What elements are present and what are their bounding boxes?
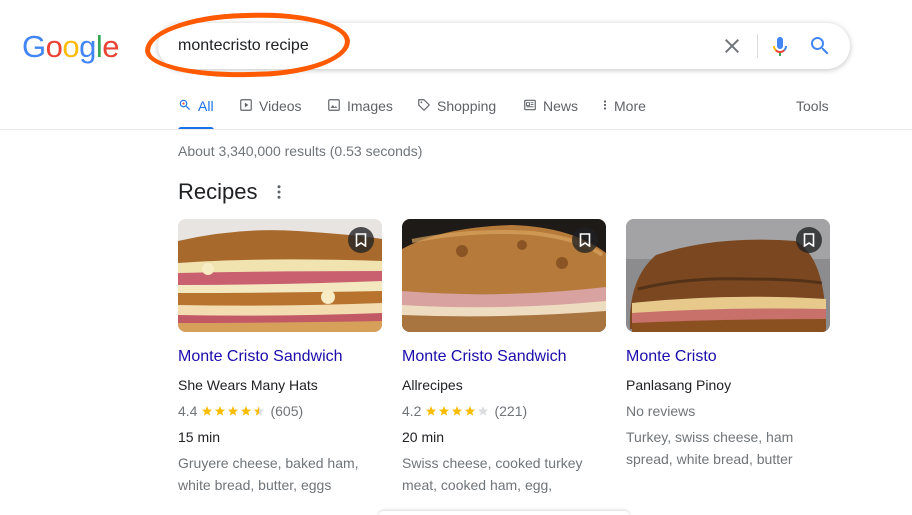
search-input[interactable] bbox=[178, 23, 698, 69]
tab-label: More bbox=[614, 98, 646, 114]
bookmark-icon bbox=[355, 233, 367, 247]
divider bbox=[757, 34, 758, 58]
tab-label: Images bbox=[347, 98, 393, 114]
recipe-title[interactable]: Monte Cristo Sandwich bbox=[402, 348, 567, 366]
ingredients-line: spread, white bread, butter bbox=[626, 451, 793, 467]
tab-label: Videos bbox=[259, 98, 302, 114]
recipe-source: She Wears Many Hats bbox=[178, 377, 318, 393]
rating-value: 4.2 bbox=[402, 403, 422, 419]
recipe-title[interactable]: Monte Cristo Sandwich bbox=[178, 348, 343, 366]
more-vert-icon[interactable] bbox=[270, 183, 288, 201]
recipes-heading: Recipes bbox=[178, 179, 258, 204]
star-rating bbox=[201, 405, 266, 417]
tab-all[interactable]: All bbox=[178, 96, 214, 130]
star-icon bbox=[439, 406, 450, 416]
image-icon bbox=[328, 99, 340, 111]
save-recipe-button[interactable] bbox=[796, 227, 822, 253]
review-count: (605) bbox=[270, 403, 304, 419]
save-recipe-button[interactable] bbox=[348, 227, 374, 253]
star-icon bbox=[241, 406, 252, 416]
more-vert-icon bbox=[603, 100, 607, 110]
search-box bbox=[158, 23, 850, 69]
rating-value: 4.4 bbox=[178, 403, 198, 419]
logo-letter: o bbox=[62, 29, 80, 64]
recipe-source: Panlasang Pinoy bbox=[626, 377, 732, 393]
ingredients-line: Turkey, swiss cheese, ham bbox=[626, 429, 794, 445]
no-reviews-label: No reviews bbox=[626, 403, 696, 419]
recipe-card[interactable]: Monte Cristo Sandwich Allrecipes 4.2 (22… bbox=[402, 219, 606, 493]
star-icon bbox=[215, 406, 226, 416]
show-more-bar[interactable] bbox=[378, 511, 630, 515]
recipe-image[interactable] bbox=[626, 219, 830, 332]
tab-videos[interactable]: Videos bbox=[239, 96, 302, 130]
ingredients-line: Gruyere cheese, baked ham, bbox=[178, 455, 359, 471]
search-icon[interactable] bbox=[808, 34, 832, 58]
play-icon bbox=[240, 99, 252, 111]
recipe-image[interactable] bbox=[402, 219, 606, 332]
recipe-title[interactable]: Monte Cristo bbox=[626, 348, 717, 366]
recipe-card[interactable]: Monte Cristo Panlasang Pinoy No reviews … bbox=[626, 219, 830, 467]
tab-images[interactable]: Images bbox=[327, 96, 393, 130]
star-icon bbox=[465, 406, 476, 416]
star-icon bbox=[228, 406, 239, 416]
save-recipe-button[interactable] bbox=[572, 227, 598, 253]
star-icon bbox=[426, 406, 437, 416]
recipe-card[interactable]: Monte Cristo Sandwich She Wears Many Hat… bbox=[178, 219, 382, 493]
tab-label: Shopping bbox=[437, 98, 497, 114]
star-half-icon bbox=[254, 406, 265, 416]
star-icon bbox=[452, 406, 463, 416]
divider bbox=[0, 129, 912, 130]
tab-label: News bbox=[543, 98, 579, 114]
ingredients-line: white bread, butter, eggs bbox=[178, 477, 332, 493]
news-icon bbox=[524, 99, 536, 111]
close-icon[interactable] bbox=[720, 34, 744, 58]
tab-label: Tools bbox=[796, 98, 829, 114]
recipe-ingredients: Turkey, swiss cheese, ham spread, white … bbox=[626, 426, 836, 470]
logo-letter: g bbox=[79, 29, 96, 64]
tab-more[interactable]: More bbox=[602, 96, 646, 130]
google-logo[interactable]: Google bbox=[22, 29, 120, 65]
tab-shopping[interactable]: Shopping bbox=[417, 96, 496, 130]
search-icon bbox=[179, 99, 190, 110]
tools-button[interactable]: Tools bbox=[796, 96, 829, 130]
results-count: About 3,340,000 results (0.53 seconds) bbox=[178, 143, 423, 159]
recipe-rating: 4.2 (221) bbox=[402, 403, 527, 419]
recipe-ingredients: Gruyere cheese, baked ham, white bread, … bbox=[178, 452, 388, 496]
star-rating bbox=[425, 405, 490, 417]
recipe-rating: 4.4 (605) bbox=[178, 403, 303, 419]
bookmark-icon bbox=[579, 233, 591, 247]
recipe-image[interactable] bbox=[178, 219, 382, 332]
logo-letter: G bbox=[22, 29, 46, 64]
logo-letter: e bbox=[102, 29, 120, 64]
recipe-time: 15 min bbox=[178, 429, 221, 445]
bookmark-icon bbox=[803, 233, 815, 247]
star-icon bbox=[202, 406, 213, 416]
tab-label: All bbox=[198, 98, 214, 114]
tag-icon bbox=[418, 99, 430, 111]
review-count: (221) bbox=[494, 403, 528, 419]
ingredients-line: Swiss cheese, cooked turkey bbox=[402, 455, 583, 471]
mic-icon[interactable] bbox=[768, 34, 792, 58]
star-empty-icon bbox=[478, 406, 489, 416]
recipe-source: Allrecipes bbox=[402, 377, 463, 393]
recipe-time: 20 min bbox=[402, 429, 445, 445]
recipe-ingredients: Swiss cheese, cooked turkey meat, cooked… bbox=[402, 452, 612, 496]
tab-news[interactable]: News bbox=[523, 96, 578, 130]
logo-letter: o bbox=[45, 29, 63, 64]
ingredients-line: meat, cooked ham, egg, bbox=[402, 477, 553, 493]
